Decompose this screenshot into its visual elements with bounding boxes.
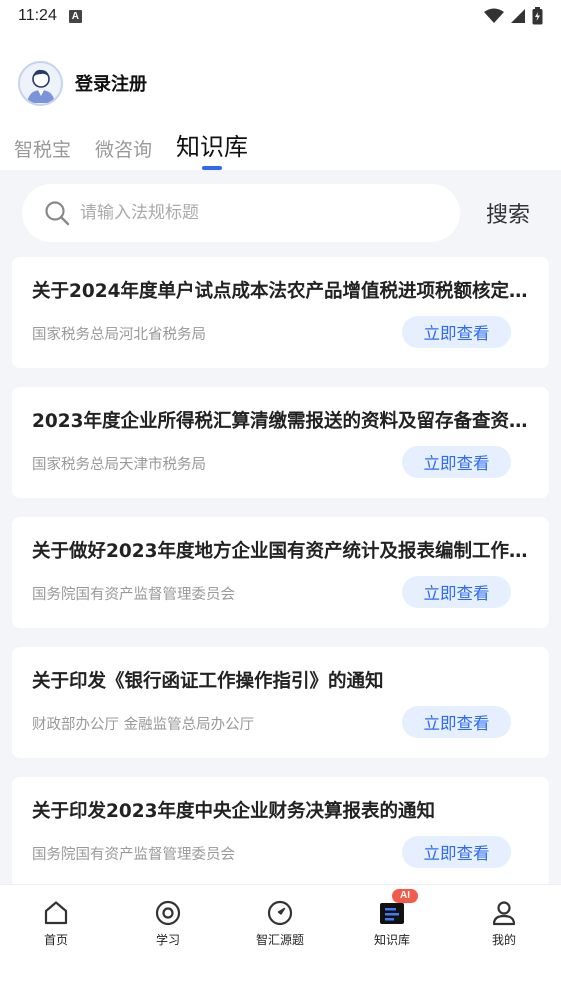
article-title[interactable]: 关于2024年度单户试点成本法农产品增值税进项税额核定扣除标准的公告 (32, 277, 532, 303)
article-source: 国家税务总局河北省税务局 (32, 327, 206, 343)
knowledge-icon (380, 903, 404, 924)
wifi-icon (484, 8, 504, 23)
view-now-button[interactable]: 立即查看 (402, 706, 511, 738)
a-icon: A (68, 9, 82, 23)
tab-zhishuibao[interactable]: 智税宝 (14, 135, 71, 170)
tab-label: 知识库 (176, 133, 249, 161)
nav-question-bank[interactable]: 智汇源题 (235, 899, 325, 948)
article-source: 国务院国有资产监督管理委员会 (32, 587, 235, 603)
article-title[interactable]: 关于做好2023年度地方企业国有资产统计及报表编制工作的通知 (32, 537, 532, 563)
bottom-nav: 首页 学习 智汇源题 AI 知识库 我的 (0, 884, 561, 997)
article-source: 国家税务总局天津市税务局 (32, 457, 206, 473)
profile-icon (492, 901, 516, 926)
nav-home[interactable]: 首页 (11, 899, 101, 948)
nav-label: 我的 (491, 933, 516, 947)
compass-icon (267, 900, 293, 926)
search-box[interactable] (22, 184, 460, 242)
user-avatar-icon[interactable] (18, 60, 63, 106)
tab-label: 智税宝 (14, 139, 72, 161)
tab-bar: 智税宝 微咨询 知识库 (14, 130, 248, 170)
status-left: 11:24 A (18, 7, 82, 25)
header: 登录注册 (0, 55, 561, 111)
view-now-button[interactable]: 立即查看 (402, 316, 511, 348)
battery-icon (532, 7, 543, 25)
knowledge-icon-wrap: AI (378, 889, 418, 927)
home-icon (44, 901, 68, 925)
tab-knowledge-base[interactable]: 知识库 (176, 127, 248, 170)
tab-label: 微咨询 (95, 139, 153, 161)
main-content: 搜索 关于2024年度单户试点成本法农产品增值税进项税额核定扣除标准的公告 国家… (0, 170, 561, 884)
article-card[interactable]: 2023年度企业所得税汇算清缴需报送的资料及留存备查资料清单 国家税务总局天津市… (12, 387, 549, 498)
status-right (484, 7, 543, 25)
article-card[interactable]: 关于2024年度单户试点成本法农产品增值税进项税额核定扣除标准的公告 国家税务总… (12, 257, 549, 368)
ai-badge: AI (392, 889, 418, 903)
nav-learn[interactable]: 学习 (123, 899, 213, 948)
view-now-button[interactable]: 立即查看 (402, 446, 511, 478)
nav-label: 学习 (155, 933, 180, 947)
nav-knowledge-base[interactable]: AI 知识库 (347, 889, 437, 948)
article-title[interactable]: 关于印发2023年度中央企业财务决算报表的通知 (32, 797, 532, 823)
learn-icon (155, 900, 181, 926)
search-row: 搜索 (22, 184, 542, 242)
article-source: 国务院国有资产监督管理委员会 (32, 847, 235, 863)
status-bar: 11:24 A (0, 0, 561, 32)
article-card[interactable]: 关于做好2023年度地方企业国有资产统计及报表编制工作的通知 国务院国有资产监督… (12, 517, 549, 628)
article-source: 财政部办公厅 金融监管总局办公厅 (32, 717, 255, 733)
article-title[interactable]: 2023年度企业所得税汇算清缴需报送的资料及留存备查资料清单 (32, 407, 532, 433)
tab-weizixun[interactable]: 微咨询 (95, 135, 152, 170)
nav-profile[interactable]: 我的 (459, 899, 549, 948)
search-icon (45, 201, 70, 226)
article-card[interactable]: 关于印发《银行函证工作操作指引》的通知 财政部办公厅 金融监管总局办公厅 立即查… (12, 647, 549, 758)
article-card[interactable]: 关于印发2023年度中央企业财务决算报表的通知 国务院国有资产监督管理委员会 立… (12, 777, 549, 884)
nav-label: 知识库 (373, 933, 410, 947)
status-time: 11:24 (18, 7, 57, 24)
nav-label: 智汇源题 (255, 933, 304, 947)
view-now-button[interactable]: 立即查看 (402, 836, 511, 868)
search-input[interactable] (80, 203, 420, 223)
search-button[interactable]: 搜索 (486, 197, 530, 229)
view-now-button[interactable]: 立即查看 (402, 576, 511, 608)
login-register-link[interactable]: 登录注册 (75, 70, 147, 96)
article-title[interactable]: 关于印发《银行函证工作操作指引》的通知 (32, 667, 532, 693)
signal-icon (511, 9, 525, 23)
nav-label: 首页 (43, 933, 68, 947)
